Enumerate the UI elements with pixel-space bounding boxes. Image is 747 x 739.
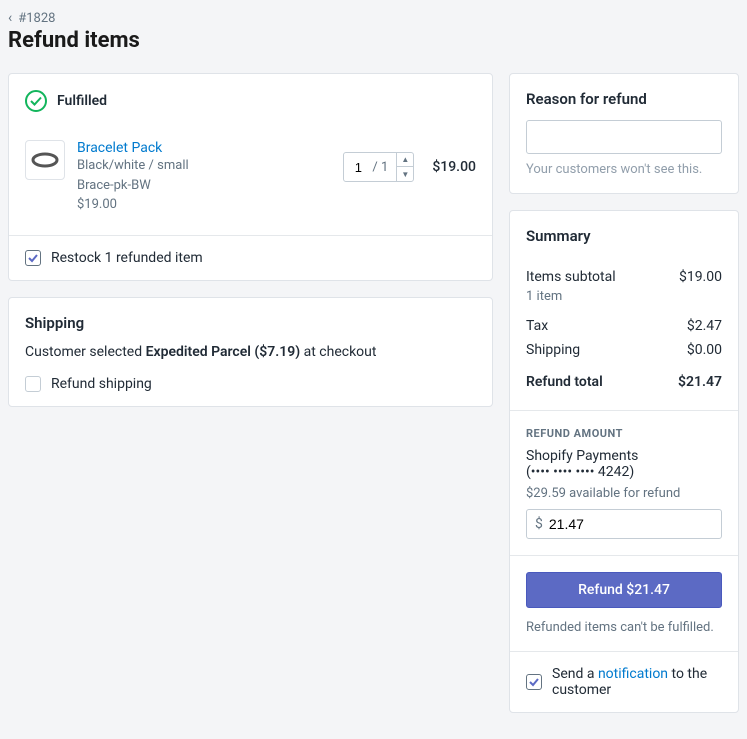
refund-amount-input[interactable] [549,516,713,532]
refund-shipping-label: Refund shipping [51,376,152,392]
refund-button[interactable]: Refund $21.47 [526,572,722,608]
refund-amount-label: REFUND AMOUNT [510,411,738,448]
reason-input[interactable] [526,120,722,154]
refund-amount-field[interactable]: $ [526,509,722,539]
check-circle-icon [25,90,47,112]
refund-total: $21.47 [678,374,722,390]
breadcrumb[interactable]: ‹ #1828 [8,10,739,26]
breadcrumb-order: #1828 [18,11,55,26]
fulfilled-label: Fulfilled [57,93,107,109]
items-subtotal: $19.00 [679,269,722,285]
summary-card: Summary Items subtotal $19.00 1 item Tax… [509,210,739,713]
shipping-card: Shipping Customer selected Expedited Par… [8,297,493,407]
restock-checkbox[interactable] [25,250,41,266]
quantity-max: / 1 [372,160,396,175]
notify-checkbox[interactable] [526,674,542,690]
product-variant: Black/white / small [77,156,331,176]
refund-note: Refunded items can't be fulfilled. [526,620,722,635]
line-price: $19.00 [432,159,476,175]
quantity-input[interactable] [344,160,372,175]
items-count: 1 item [526,289,722,304]
reason-help: Your customers won't see this. [526,162,722,177]
product-name[interactable]: Bracelet Pack [77,140,331,156]
currency-symbol: $ [535,516,543,532]
chevron-down-icon[interactable]: ▼ [397,167,413,182]
refund-shipping-checkbox[interactable] [25,376,41,392]
product-thumbnail [25,140,65,180]
available-refund: $29.59 available for refund [526,486,722,501]
tax-label: Tax [526,318,548,334]
quantity-stepper[interactable]: / 1 ▲ ▼ [343,152,414,182]
shipping-label: Shipping [526,342,580,358]
product-sku: Brace-pk-BW [77,176,331,196]
chevron-left-icon: ‹ [8,10,12,26]
summary-heading: Summary [510,211,738,257]
shipping-heading: Shipping [9,298,492,344]
fulfilled-card: Fulfilled Bracelet Pack Black/white / sm… [8,73,493,281]
items-subtotal-label: Items subtotal [526,269,616,285]
shipping-amount: $0.00 [687,342,722,358]
refund-total-label: Refund total [526,374,603,390]
notification-link[interactable]: notification [598,666,668,682]
notify-label: Send a notification to the customer [552,666,722,698]
chevron-up-icon[interactable]: ▲ [397,152,413,167]
payment-card: (•••• •••• •••• 4242) [526,464,722,480]
page-title: Refund items [8,28,739,53]
payment-gateway: Shopify Payments [526,448,722,464]
reason-card: Reason for refund Your customers won't s… [509,73,739,194]
restock-label: Restock 1 refunded item [51,250,203,266]
tax-amount: $2.47 [687,318,722,334]
shipping-description: Customer selected Expedited Parcel ($7.1… [9,344,492,376]
product-unit-price: $19.00 [77,195,331,215]
reason-heading: Reason for refund [510,74,738,120]
